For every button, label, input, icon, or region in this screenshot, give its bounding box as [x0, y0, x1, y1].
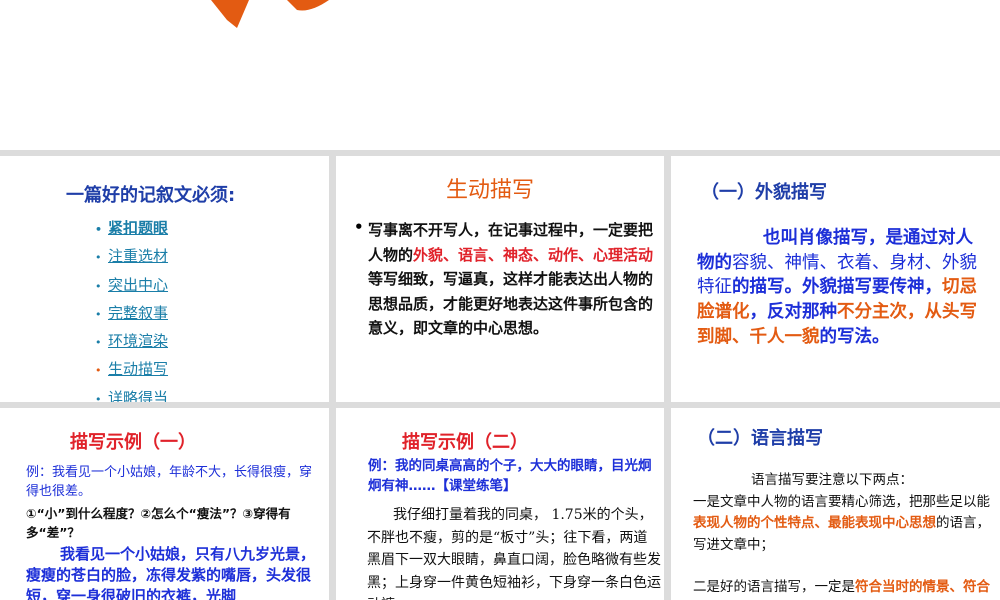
panel-title: 描写示例（一） — [70, 432, 196, 453]
list-item-link[interactable]: • 完整叙事 — [95, 300, 168, 328]
bullet-icon: • — [95, 364, 102, 378]
panel-heading: 一篇好的记叙文必须: — [66, 185, 236, 206]
point-one: 一是文章中人物的语言要精心筛选，把那些足以能表现人物的个性特点、最能表现中心思想… — [693, 493, 990, 553]
example-text: 例：我的同桌高高的个子，大大的眼睛，目光炯炯有神……【课堂练笔】 — [368, 458, 652, 494]
panel-essay-requirements: 一篇好的记叙文必须: • 紧扣题眼 • 注重选材 • 突出中心 • 完整叙事 • 环境渲染… — [0, 156, 329, 402]
list-item-link[interactable]: • 突出中心 — [95, 272, 168, 300]
panel-title: （一）外貌描写 — [701, 182, 827, 203]
header-band — [0, 0, 1000, 150]
list-item-link[interactable]: • 紧扣题眼 — [95, 215, 168, 243]
list-item-link[interactable]: • 生动描写 — [95, 356, 168, 384]
appearance-paragraph: 也叫肖像描写，是通过对人物的容貌、神情、衣着、身材、外貌特征的描写。外貌描写要传… — [697, 228, 977, 347]
bullet-icon: • — [95, 223, 103, 236]
bullet-icon: • — [95, 251, 102, 265]
panel-language-description: （二）语言描写 语言描写要注意以下两点： 一是文章中人物的语言要精心筛选，把那些… — [671, 408, 1000, 600]
requirements-list: • 紧扣题眼 • 注重选材 • 突出中心 • 完整叙事 • 环境渲染 • 生动描写 • 详略得… — [95, 215, 168, 402]
example-body: 我看见一个小姑娘，只有八九岁光景，瘦瘦的苍白的脸，冻得发紫的嘴唇，头发很短，穿一… — [26, 545, 316, 600]
panel-example-two: 描写示例（二） 例：我的同桌高高的个子，大大的眼睛，目光炯炯有神……【课堂练笔】… — [336, 408, 664, 600]
list-item-link[interactable]: • 详略得当 — [95, 385, 168, 402]
panel-example-one: 描写示例（一） 例：我看见一个小姑娘，年龄不大，长得很瘦，穿得也很差。 ①“小”… — [0, 408, 329, 600]
panel-appearance-description: （一）外貌描写 也叫肖像描写，是通过对人物的容貌、神情、衣着、身材、外貌特征的描… — [671, 156, 1000, 402]
bullet-icon: • — [95, 336, 102, 350]
language-paragraph: 语言描写要注意以下两点： 一是文章中人物的语言要精心筛选，把那些足以能表现人物的… — [693, 470, 995, 600]
list-item-link[interactable]: • 注重选材 — [95, 243, 168, 271]
bullet-icon: • — [354, 218, 364, 236]
description-paragraph: 写事离不开写人，在记事过程中，一定要把人物的外貌、语言、神态、动作、心理活动等写… — [368, 221, 654, 337]
panel-title: 生动描写 — [446, 178, 535, 203]
panel-vivid-description: 生动描写 • 写事离不开写人，在记事过程中，一定要把人物的外貌、语言、神态、动作… — [336, 156, 664, 402]
questions-text: ①“小”到什么程度？②怎么个“瘦法”？③穿得有多“差”？ — [26, 506, 291, 540]
bullet-icon: • — [95, 307, 102, 321]
intro-line: 语言描写要注意以下两点： — [751, 472, 913, 488]
ribbon-logo-icon — [211, 0, 329, 28]
example-body: 我仔细打量着我的同桌， 1.75米的个头，不胖也不瘦，剪的是“板寸”头；往下看，… — [367, 507, 661, 600]
panel-title: （二）语言描写 — [697, 428, 823, 449]
point-two: 二是好的语言描写，一定是符合当时的情景、符合人物的性格、身份、性别 — [693, 579, 990, 595]
bullet-icon: • — [95, 392, 102, 402]
bullet-icon: • — [95, 279, 102, 293]
example-text: 例：我看见一个小姑娘，年龄不大，长得很瘦，穿得也很差。 — [26, 465, 313, 499]
list-item-link[interactable]: • 环境渲染 — [95, 328, 168, 356]
panel-title: 描写示例（二） — [402, 432, 528, 453]
